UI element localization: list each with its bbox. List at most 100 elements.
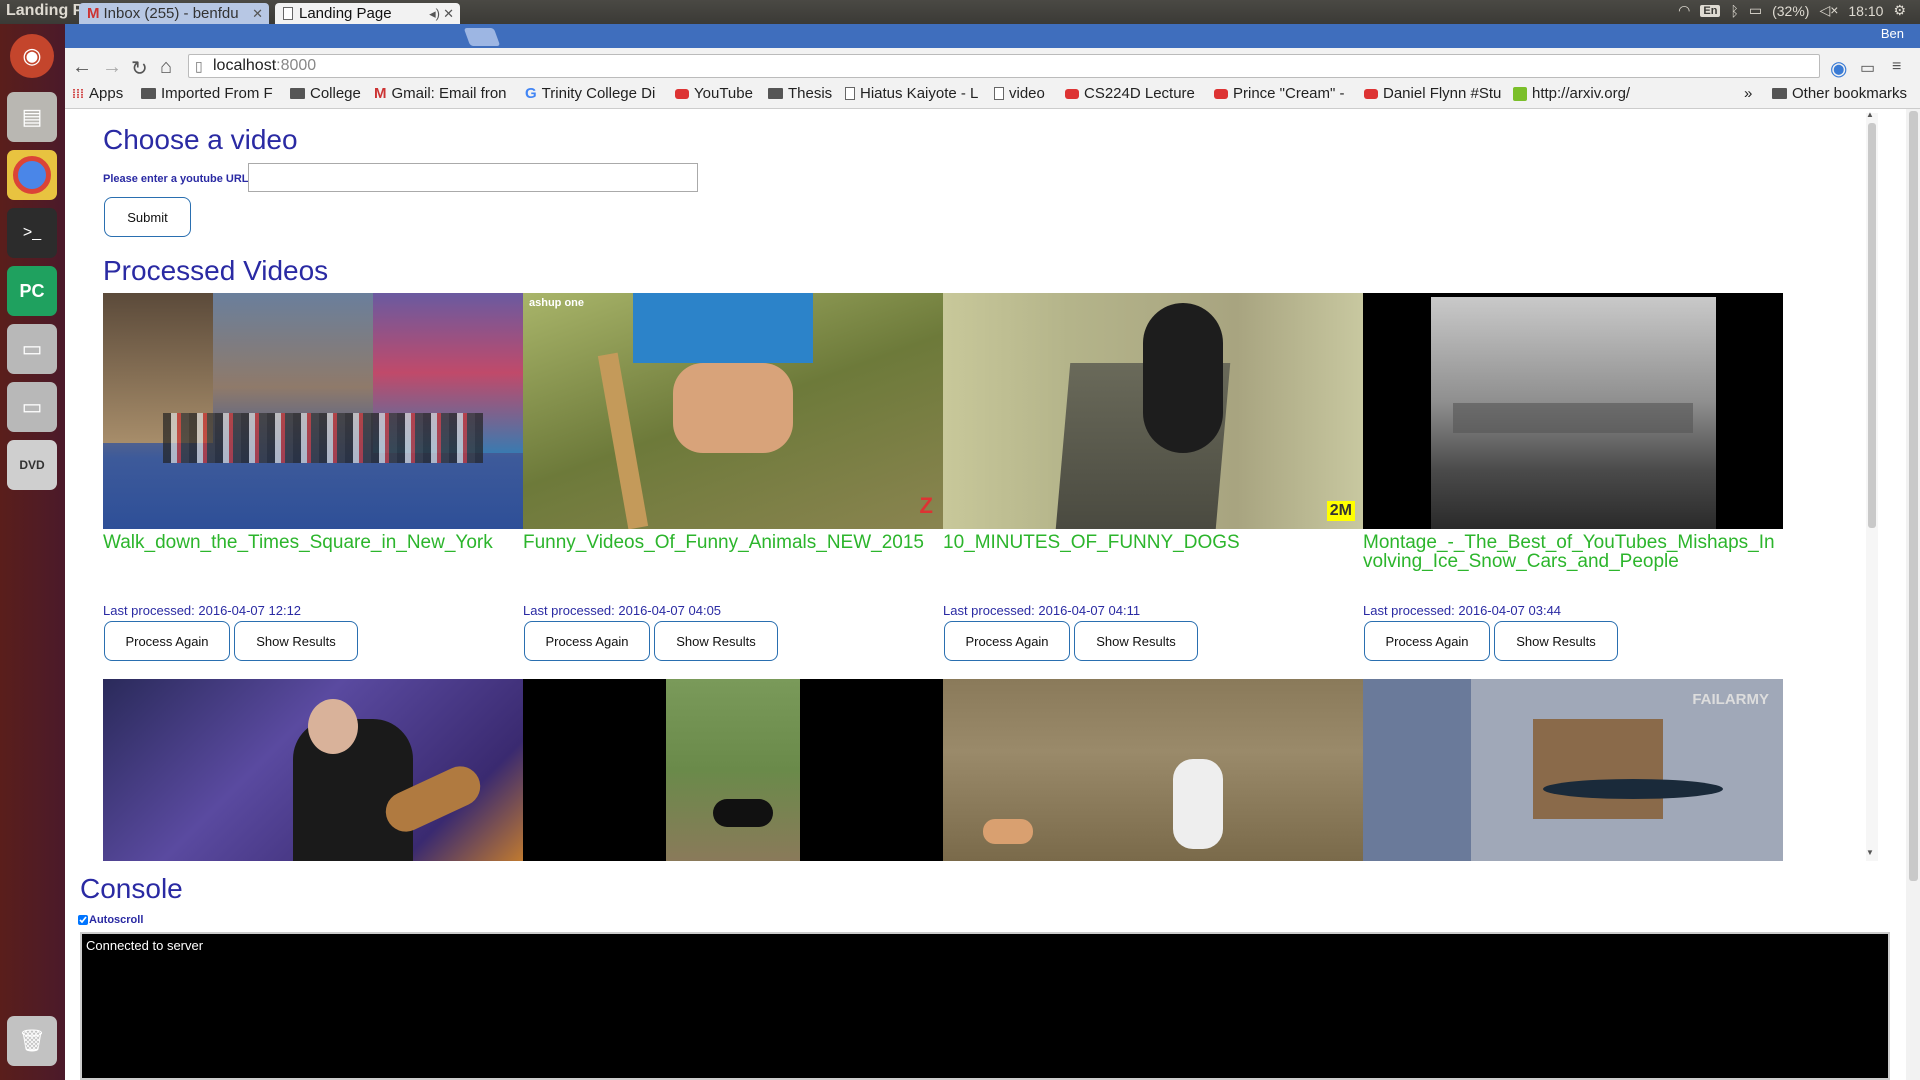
submit-button[interactable]: Submit xyxy=(104,197,191,237)
folder-icon xyxy=(290,88,305,99)
terminal-icon[interactable]: >_ xyxy=(7,208,57,258)
url-label: Please enter a youtube URL: xyxy=(103,173,253,185)
ubuntu-launcher: ◉ ▤ >_ PC ▭ ▭ DVD 🗑 xyxy=(0,24,65,1080)
page-icon xyxy=(845,87,855,100)
battery-icon[interactable]: ▭ xyxy=(1749,2,1762,19)
forward-icon[interactable]: → xyxy=(102,56,122,79)
show-results-button[interactable]: Show Results xyxy=(234,621,358,661)
bookmark-apps[interactable]: ⁞⁞⁞ Apps xyxy=(72,85,123,102)
processed-videos-heading: Processed Videos xyxy=(103,255,329,286)
video-thumbnail[interactable]: 2M xyxy=(943,293,1363,529)
scrollbar-thumb[interactable] xyxy=(1868,123,1876,528)
cast-icon[interactable]: ▭ xyxy=(1860,58,1875,78)
show-results-button[interactable]: Show Results xyxy=(1494,621,1618,661)
tab-label: Landing Page xyxy=(299,5,392,22)
clock[interactable]: 18:10 xyxy=(1848,3,1883,19)
thumbnail-watermark: 2M xyxy=(1326,501,1355,521)
bookmark-video[interactable]: video xyxy=(994,85,1045,102)
bookmark-arxiv[interactable]: http://arxiv.org/ xyxy=(1513,85,1630,102)
bookmark-daniel-flynn[interactable]: Daniel Flynn #Stu xyxy=(1364,85,1501,102)
process-again-button[interactable]: Process Again xyxy=(524,621,650,661)
tab-inbox[interactable]: M Inbox (255) - benfdu ✕ xyxy=(79,3,269,24)
bookmark-imported[interactable]: Imported From F xyxy=(141,85,273,102)
page-icon xyxy=(994,87,1004,100)
video-thumbnail[interactable] xyxy=(523,679,943,861)
youtube-url-input[interactable] xyxy=(248,163,698,192)
video-thumbnail[interactable] xyxy=(103,293,523,529)
last-processed: Last processed: 2016-04-07 03:44 xyxy=(1363,603,1562,618)
page-scrollbar[interactable] xyxy=(1906,109,1920,1080)
folder-icon xyxy=(141,88,156,99)
process-again-button[interactable]: Process Again xyxy=(944,621,1070,661)
pycharm-icon[interactable]: PC xyxy=(7,266,57,316)
bookmark-hiatus[interactable]: Hiatus Kaiyote - L xyxy=(845,85,978,102)
file-manager-icon[interactable]: ▤ xyxy=(7,92,57,142)
reload-icon[interactable]: ↻ xyxy=(131,56,148,81)
video-title[interactable]: Walk_down_the_Times_Square_in_New_York xyxy=(103,533,523,552)
close-tab-icon[interactable]: ✕ xyxy=(252,6,263,22)
address-bar[interactable]: ▯ localhost:8000 xyxy=(188,54,1820,78)
youtube-icon xyxy=(1214,88,1228,99)
process-again-button[interactable]: Process Again xyxy=(104,621,230,661)
tab-landing-page[interactable]: Landing Page ◂) ✕ xyxy=(275,3,460,24)
audio-icon: ◂) xyxy=(429,5,440,21)
back-icon[interactable]: ← xyxy=(72,56,92,79)
bookmarks-overflow[interactable]: » xyxy=(1744,85,1752,102)
video-thumbnail[interactable] xyxy=(1363,293,1783,529)
home-icon[interactable]: ⌂ xyxy=(160,56,172,79)
bluetooth-icon[interactable]: ᛒ xyxy=(1730,3,1738,19)
settings-gear-icon[interactable]: ⚙ xyxy=(1893,2,1906,19)
bookmark-trinity[interactable]: G Trinity College Di xyxy=(525,85,655,102)
extension-icon[interactable]: ◉ xyxy=(1830,56,1847,81)
chrome-icon[interactable] xyxy=(7,150,57,200)
scroll-down-icon[interactable]: ▼ xyxy=(1866,848,1874,857)
drive-icon[interactable]: ▭ xyxy=(7,324,57,374)
keyboard-indicator[interactable]: En xyxy=(1700,4,1721,17)
volume-icon[interactable]: ◁× xyxy=(1819,2,1838,19)
bookmark-cs224d[interactable]: CS224D Lecture xyxy=(1065,85,1195,102)
video-thumbnail[interactable]: ashup one Z xyxy=(523,293,943,529)
bookmark-gmail[interactable]: M Gmail: Email fron xyxy=(374,85,507,102)
youtube-icon xyxy=(1065,88,1079,99)
video-thumbnail[interactable]: FAILARMY xyxy=(1363,679,1783,861)
console-output[interactable]: Connected to server xyxy=(80,932,1890,1080)
scroll-up-icon[interactable]: ▲ xyxy=(1866,110,1874,119)
video-title[interactable]: Funny_Videos_Of_Funny_Animals_NEW_2015 xyxy=(523,533,943,552)
trash-icon[interactable]: 🗑 xyxy=(7,1016,57,1066)
page-icon xyxy=(283,7,293,20)
bookmark-college[interactable]: College xyxy=(290,85,361,102)
process-again-button[interactable]: Process Again xyxy=(1364,621,1490,661)
bookmark-youtube[interactable]: YouTube xyxy=(675,85,753,102)
scrollbar-thumb[interactable] xyxy=(1909,111,1918,881)
close-tab-icon[interactable]: ✕ xyxy=(443,6,454,22)
last-processed: Last processed: 2016-04-07 04:11 xyxy=(943,603,1141,618)
choose-video-heading: Choose a video xyxy=(103,124,298,155)
tab-strip xyxy=(65,24,1920,48)
console-line: Connected to server xyxy=(86,938,204,953)
video-thumbnail[interactable] xyxy=(943,679,1363,861)
page-icon: ▯ xyxy=(195,58,203,74)
menu-icon[interactable]: ≡ xyxy=(1892,58,1901,76)
wifi-icon[interactable]: ◠ xyxy=(1678,2,1690,19)
video-title[interactable]: Montage_-_The_Best_of_YouTubes_Mishaps_I… xyxy=(1363,533,1783,571)
dvd-icon[interactable]: DVD xyxy=(7,440,57,490)
bookmark-thesis[interactable]: Thesis xyxy=(768,85,832,102)
bookmark-other[interactable]: Other bookmarks xyxy=(1772,85,1907,102)
bookmark-prince[interactable]: Prince "Cream" - xyxy=(1214,85,1345,102)
thumbnail-watermark: ashup one xyxy=(529,297,585,309)
thumbnail-watermark: FAILARMY xyxy=(1692,691,1769,708)
url-port: :8000 xyxy=(276,57,317,74)
show-results-button[interactable]: Show Results xyxy=(1074,621,1198,661)
battery-percent[interactable]: (32%) xyxy=(1772,3,1809,19)
autoscroll-checkbox[interactable] xyxy=(78,915,88,925)
video-title[interactable]: 10_MINUTES_OF_FUNNY_DOGS xyxy=(943,533,1363,552)
youtube-icon xyxy=(675,88,689,99)
video-thumbnail[interactable] xyxy=(103,679,523,861)
profile-name[interactable]: Ben xyxy=(1881,26,1904,41)
new-tab-button[interactable] xyxy=(463,28,501,46)
show-results-button[interactable]: Show Results xyxy=(654,621,778,661)
gmail-icon: M xyxy=(87,5,100,22)
video-list-scrollbar[interactable] xyxy=(1866,113,1878,861)
ubuntu-dash-icon[interactable]: ◉ xyxy=(10,34,54,78)
drive-icon[interactable]: ▭ xyxy=(7,382,57,432)
